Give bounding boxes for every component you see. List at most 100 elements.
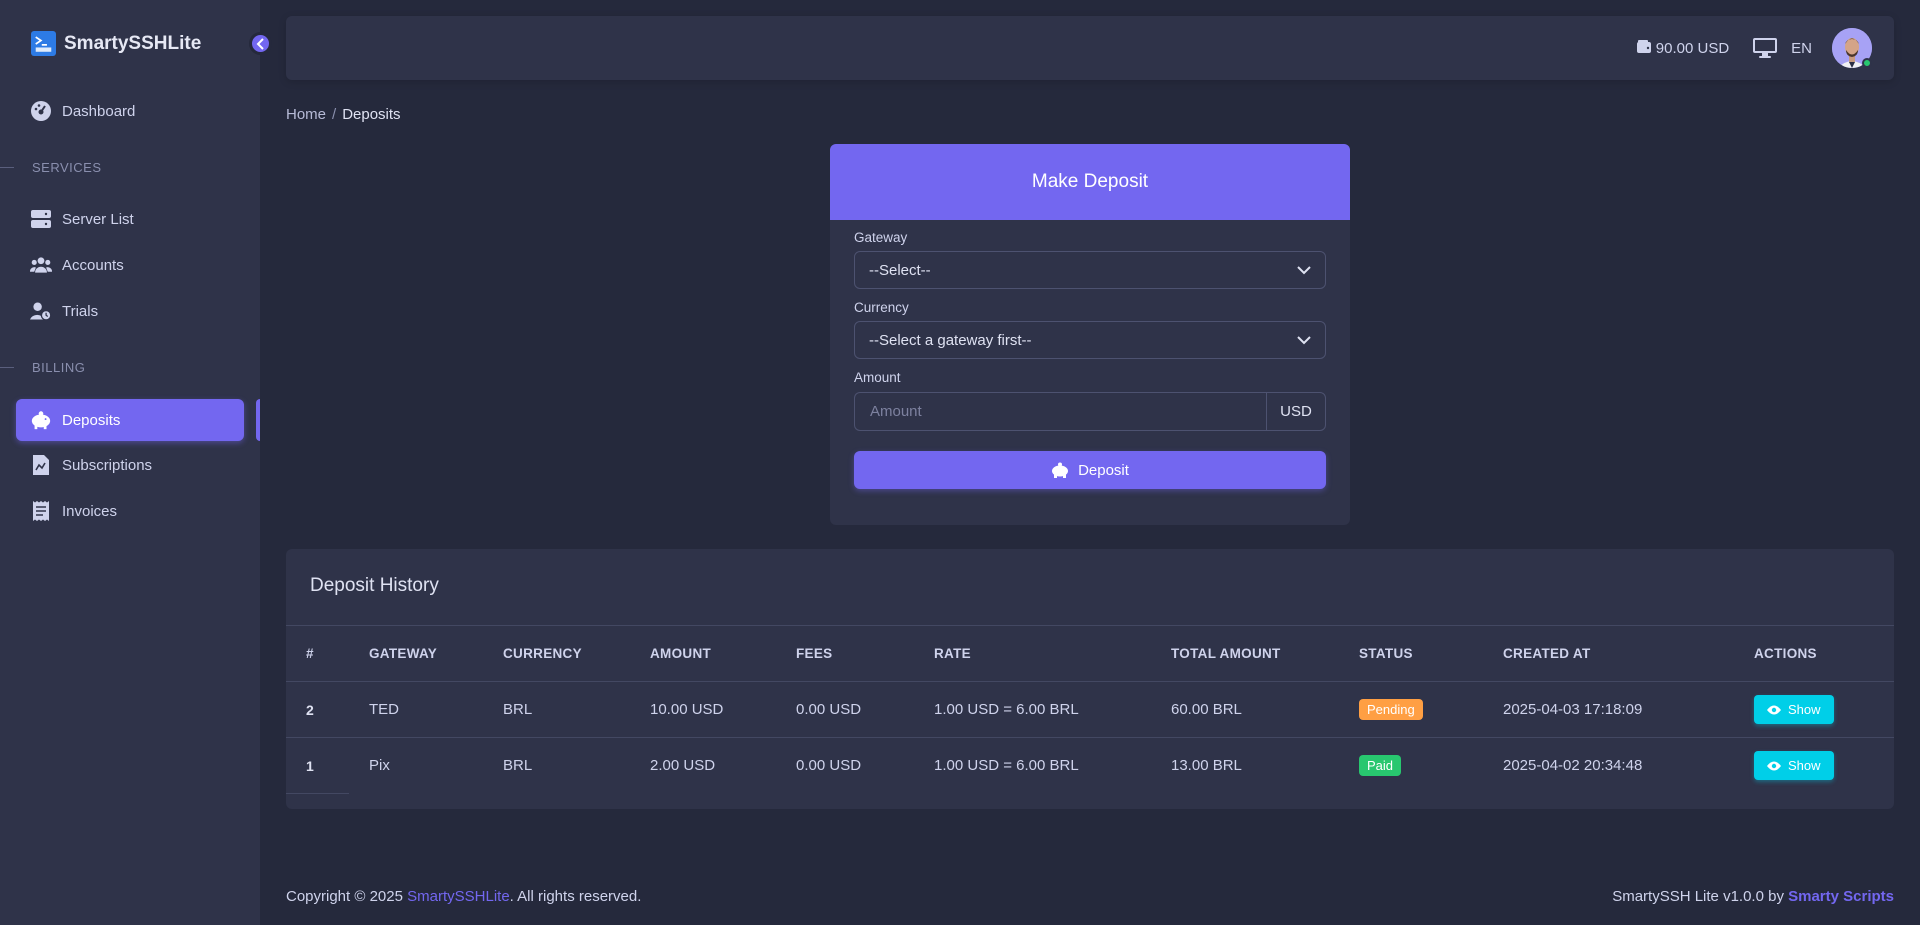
cell-status: Paid [1339,738,1483,794]
status-badge: Pending [1359,699,1423,720]
cell-total: 13.00 BRL [1171,757,1242,775]
deposit-history-card: Deposit History # GATEWAY CURRENCY AMOUN… [286,549,1894,809]
cell-total: 60.00 BRL [1151,681,1339,738]
cell-gateway: TED [349,681,483,738]
piggy-bank-icon [1052,462,1069,478]
breadcrumb-separator: / [332,106,337,123]
sidebar-item-deposits[interactable]: Deposits [16,399,244,441]
language-switcher[interactable]: EN [1791,40,1812,57]
cell-status: Pending [1339,681,1483,738]
show-button-label: Show [1788,702,1821,717]
cell-created: 2025-04-02 20:34:48 [1503,757,1643,775]
sidebar-item-trials[interactable]: Trials [16,290,244,332]
balance-amount: 90.00 USD [1655,39,1730,57]
table-row: 2 TED BRL 10.00 USD 0.00 USD 1.00 USD = … [286,681,1894,738]
section-label-services: SERVICES [0,160,102,175]
column-header: RATE [914,625,1151,682]
show-button[interactable]: Show [1754,751,1834,781]
cell-fees: 0.00 USD [796,757,862,775]
table-row: 1 Pix BRL 2.00 USD 0.00 USD 1.00 USD = 6… [286,738,1894,794]
chevron-down-icon [1297,335,1311,344]
online-status-dot [1862,58,1872,68]
footer-copyright: Copyright © 2025 SmartySSHLite. All righ… [286,888,642,905]
sidebar-item-label: Server List [62,210,134,228]
breadcrumb-home[interactable]: Home [286,106,326,123]
column-header: FEES [776,625,914,682]
cell-created: 2025-04-03 17:18:09 [1483,681,1734,738]
chevron-left-icon [256,37,264,50]
receipt-icon [30,500,52,522]
gateway-select[interactable]: --Select-- [854,251,1326,289]
sidebar-item-dashboard[interactable]: Dashboard [16,90,244,132]
eye-icon [1767,705,1781,714]
cell-gateway: Pix [369,757,390,775]
deposit-submit-button[interactable]: Deposit [854,451,1326,489]
user-avatar[interactable] [1832,28,1872,68]
sidebar-item-server-list[interactable]: Server List [16,198,244,240]
currency-select-value: --Select a gateway first-- [869,331,1032,349]
user-clock-icon [30,300,52,322]
sidebar-item-accounts[interactable]: Accounts [16,244,244,286]
brand-logo [31,31,56,56]
amount-currency-addon: USD [1266,392,1326,431]
column-header: AMOUNT [630,625,776,682]
breadcrumb-current: Deposits [342,106,401,123]
brand-name: SmartySSHLite [64,32,202,54]
wallet-icon [1636,39,1651,57]
table-header-row: # GATEWAY CURRENCY AMOUNT FEES RATE TOTA… [286,625,1894,682]
deposit-form-title: Make Deposit [830,144,1350,220]
terminal-icon [35,36,52,52]
amount-input-group: USD [854,392,1326,431]
cell-id: 1 [306,757,314,774]
sidebar-item-label: Trials [62,302,99,320]
subscription-icon [30,454,52,476]
deposit-submit-label: Deposit [1078,461,1129,479]
eye-icon [1767,761,1781,771]
currency-select[interactable]: --Select a gateway first-- [854,321,1326,359]
cell-amount: 2.00 USD [650,757,716,775]
balance-display[interactable]: 90.00 USD [1636,39,1730,57]
deposit-history-title: Deposit History [310,575,439,596]
column-header: STATUS [1339,625,1483,682]
column-header: ACTIONS [1734,625,1894,682]
brand[interactable]: SmartySSHLite [31,31,201,56]
monitor-icon [1753,37,1778,58]
deposit-form-card: Make Deposit Gateway --Select-- Currency… [830,144,1350,525]
theme-switcher[interactable] [1753,37,1778,59]
table-divider [286,793,349,794]
status-badge: Paid [1359,755,1402,777]
amount-label: Amount [854,370,901,385]
cell-amount: 10.00 USD [630,681,776,738]
sidebar-item-label: Dashboard [62,102,136,120]
piggy-bank-icon [30,409,52,431]
footer-author-link[interactable]: Smarty Scripts [1788,888,1894,905]
sidebar-item-label: Deposits [62,411,121,429]
cell-id: 2 [286,681,349,738]
sidebar-item-subscriptions[interactable]: Subscriptions [16,444,244,486]
deposit-history-table: # GATEWAY CURRENCY AMOUNT FEES RATE TOTA… [286,625,1894,794]
amount-input[interactable] [854,392,1266,431]
gateway-label: Gateway [854,230,908,245]
currency-label: Currency [854,300,909,315]
sidebar-item-invoices[interactable]: Invoices [16,490,244,532]
cell-rate: 1.00 USD = 6.00 BRL [914,681,1151,738]
column-header: TOTAL AMOUNT [1151,625,1339,682]
footer-brand-link[interactable]: SmartySSHLite [407,888,510,905]
chevron-down-icon [1297,265,1311,274]
sidebar-item-label: Accounts [62,256,124,274]
show-button[interactable]: Show [1754,695,1834,724]
breadcrumb: Home / Deposits [286,106,401,123]
sidebar-collapse-button[interactable] [249,32,272,55]
topbar: 90.00 USD EN [286,16,1894,80]
section-label-billing: BILLING [0,360,85,375]
cell-currency: BRL [503,757,533,775]
sidebar-item-label: Subscriptions [62,456,153,474]
show-button-label: Show [1788,758,1821,774]
cell-fees: 0.00 USD [776,681,914,738]
sidebar-item-label: Invoices [62,502,118,520]
column-header: GATEWAY [349,625,483,682]
column-header: CURRENCY [483,625,630,682]
cell-currency: BRL [483,681,630,738]
column-header: CREATED AT [1483,625,1734,682]
column-header: # [286,625,349,682]
